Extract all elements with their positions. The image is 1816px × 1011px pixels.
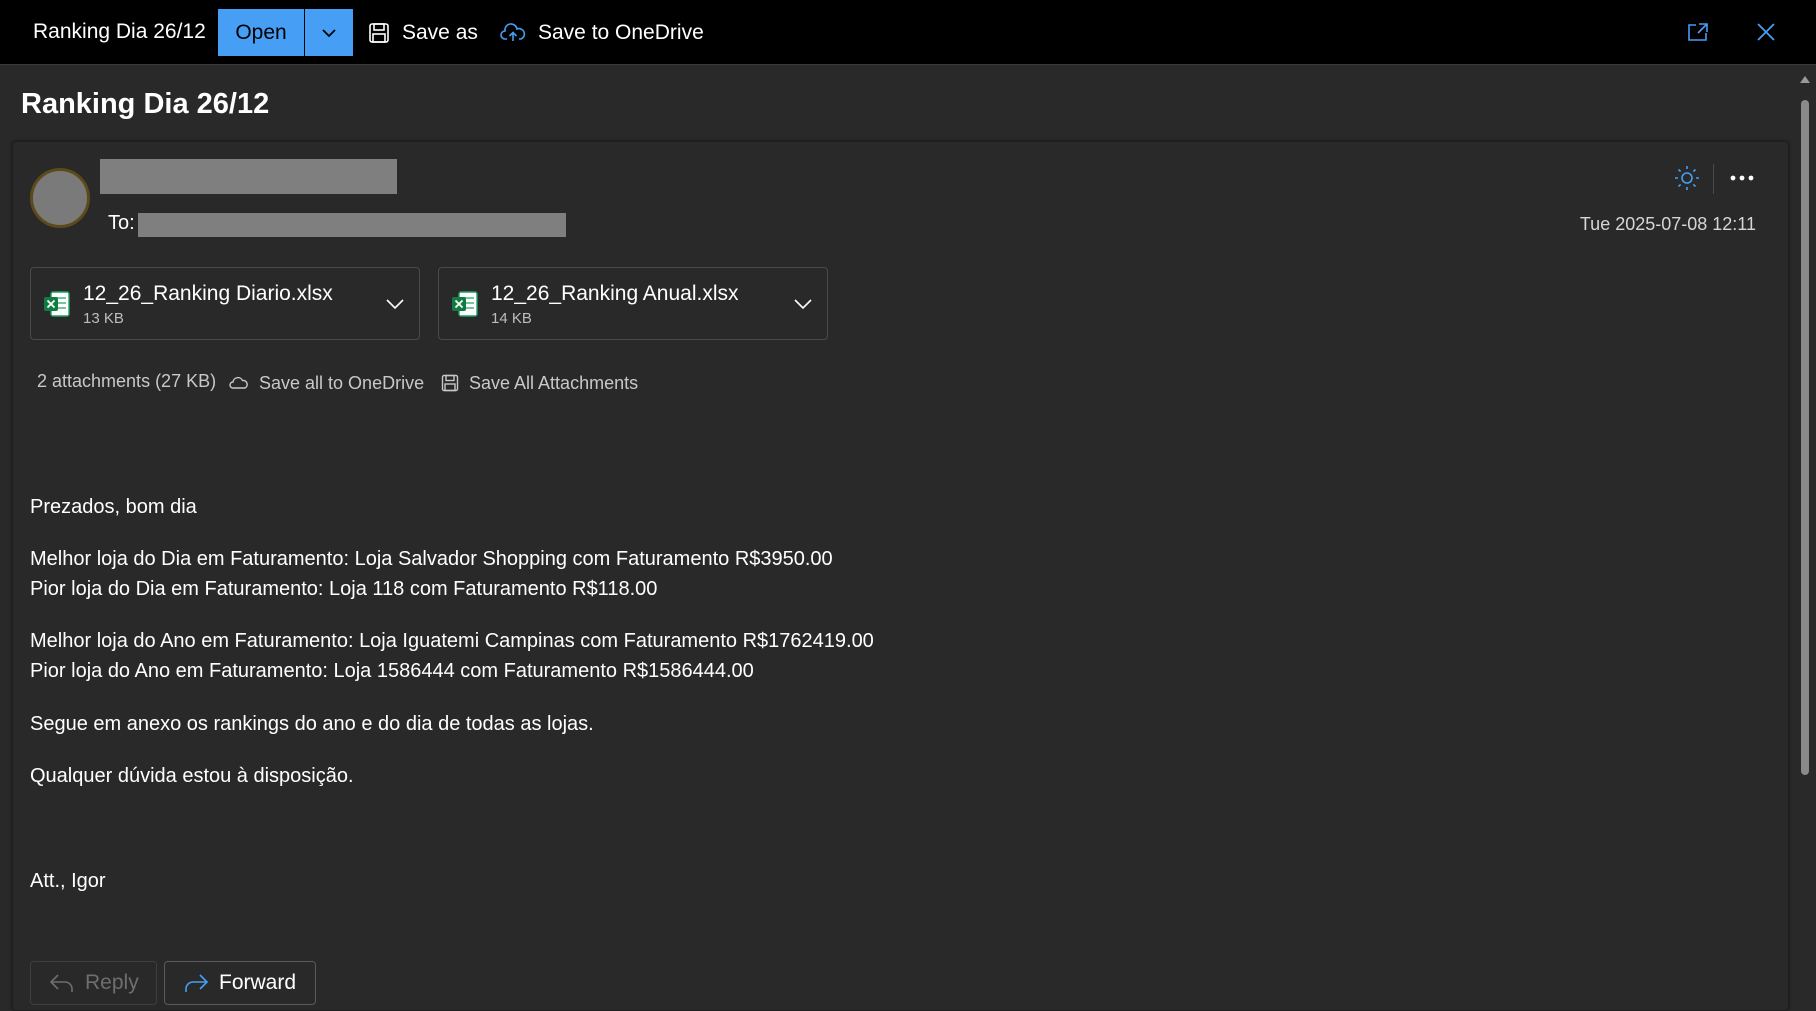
chevron-down-icon <box>386 299 404 309</box>
save-all-to-onedrive-button[interactable]: Save all to OneDrive <box>229 371 424 395</box>
recipients-redacted <box>138 213 566 237</box>
window-title: Ranking Dia 26/12 <box>33 20 206 43</box>
attachments-summary: 2 attachments (27 KB) <box>37 371 217 391</box>
forward-label: Forward <box>219 971 297 994</box>
theme-toggle-button[interactable] <box>1670 161 1704 195</box>
body-worst-store-day: Pior loja do Dia em Faturamento: Loja 11… <box>30 578 658 600</box>
attachment-size: 13 KB <box>83 310 124 327</box>
open-dropdown-button[interactable] <box>305 9 353 56</box>
more-actions-button[interactable] <box>1723 161 1761 195</box>
message-date: Tue 2025-07-08 12:11 <box>1579 214 1756 234</box>
forward-arrow-icon <box>185 974 209 992</box>
caret-up-icon <box>1800 75 1810 83</box>
attachment-card[interactable]: 12_26_Ranking Anual.xlsx 14 KB <box>438 267 828 340</box>
body-best-store-year: Melhor loja do Ano em Faturamento: Loja … <box>30 630 874 652</box>
scroll-up-arrow[interactable] <box>1798 72 1812 86</box>
save-as-button[interactable]: Save as <box>368 13 478 53</box>
cloud-upload-icon <box>500 23 526 41</box>
save-all-attachments-button[interactable]: Save All Attachments <box>441 371 638 395</box>
sender-name-redacted <box>100 159 397 194</box>
save-to-onedrive-button[interactable]: Save to OneDrive <box>500 13 704 53</box>
save-all-to-onedrive-label: Save all to OneDrive <box>259 372 425 393</box>
open-button[interactable]: Open <box>218 9 304 56</box>
body-closing: Qualquer dúvida estou à disposição. <box>30 765 354 787</box>
body-best-store-day: Melhor loja do Dia em Faturamento: Loja … <box>30 548 833 570</box>
body-worst-store-year: Pior loja do Ano em Faturamento: Loja 15… <box>30 660 754 682</box>
excel-file-icon <box>452 291 478 317</box>
reply-button[interactable]: Reply <box>30 961 157 1005</box>
body-greeting: Prezados, bom dia <box>30 496 197 518</box>
save-all-attachments-label: Save All Attachments <box>469 372 639 393</box>
attachment-menu-button[interactable] <box>791 292 815 316</box>
attachment-card[interactable]: 12_26_Ranking Diario.xlsx 13 KB <box>30 267 420 340</box>
body-signature: Att., Igor <box>30 870 106 892</box>
more-horizontal-icon <box>1730 175 1754 181</box>
attachment-name: 12_26_Ranking Diario.xlsx <box>83 282 333 305</box>
reply-arrow-icon <box>49 974 73 992</box>
save-as-label: Save as <box>402 21 478 44</box>
chevron-down-icon <box>794 299 812 309</box>
sun-icon <box>1675 166 1699 190</box>
sender-avatar[interactable] <box>30 168 90 228</box>
scrollbar-thumb[interactable] <box>1801 100 1809 775</box>
popout-button[interactable] <box>1680 14 1716 50</box>
reply-label: Reply <box>85 971 139 994</box>
attachment-name: 12_26_Ranking Anual.xlsx <box>491 282 739 305</box>
top-toolbar: Ranking Dia 26/12 Open Save as Save to O… <box>0 0 1816 65</box>
message-subject: Ranking Dia 26/12 <box>21 88 270 120</box>
chevron-down-icon <box>322 28 336 37</box>
save-to-onedrive-label: Save to OneDrive <box>538 21 704 44</box>
save-icon <box>441 374 459 392</box>
attachment-menu-button[interactable] <box>383 292 407 316</box>
save-icon <box>369 23 389 43</box>
body-attachments-note: Segue em anexo os rankings do ano e do d… <box>30 713 594 735</box>
close-icon <box>1757 23 1775 41</box>
excel-file-icon <box>44 291 70 317</box>
forward-button[interactable]: Forward <box>164 961 316 1005</box>
open-in-new-window-icon <box>1688 23 1708 41</box>
cloud-icon <box>229 376 248 389</box>
to-label: To: <box>108 212 135 234</box>
close-button[interactable] <box>1748 14 1784 50</box>
attachment-size: 14 KB <box>491 310 532 327</box>
header-divider <box>1713 164 1714 194</box>
